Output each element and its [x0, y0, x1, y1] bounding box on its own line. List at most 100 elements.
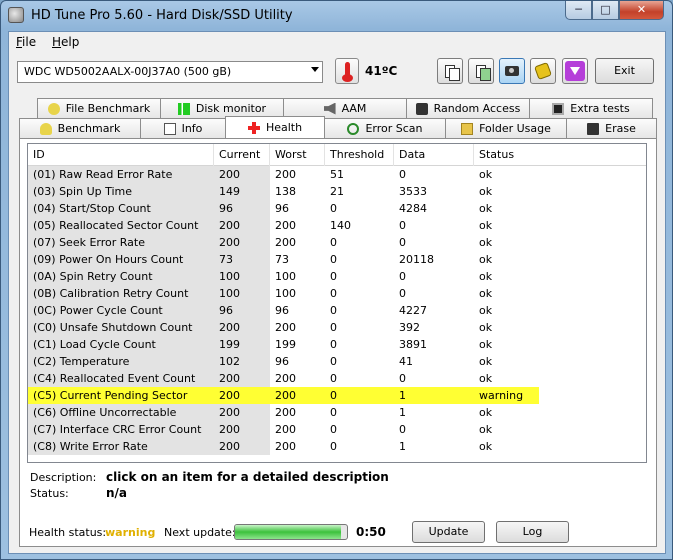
save-button[interactable] — [562, 58, 588, 84]
cell-current: 200 — [214, 404, 270, 421]
tab-benchmark[interactable]: Benchmark — [19, 118, 141, 138]
app-window: HD Tune Pro 5.60 - Hard Disk/SSD Utility… — [0, 0, 673, 560]
tab-file-benchmark[interactable]: File Benchmark — [37, 98, 161, 118]
table-row[interactable]: (01) Raw Read Error Rate 200 200 51 0 ok — [28, 166, 646, 183]
tab-health[interactable]: Health — [225, 116, 325, 138]
table-row[interactable]: (C2) Temperature 102 96 0 41 ok — [28, 353, 646, 370]
status-label: Status: — [30, 487, 69, 500]
table-row[interactable]: (C4) Reallocated Event Count 200 200 0 0 ok — [28, 370, 646, 387]
tab-label: Disk monitor — [195, 102, 267, 115]
cell-id: (09) Power On Hours Count — [28, 251, 218, 268]
chart-icon — [177, 102, 190, 115]
cell-id: (0B) Calibration Retry Count — [28, 285, 218, 302]
cell-current: 200 — [214, 370, 270, 387]
tab-disk-monitor[interactable]: Disk monitor — [160, 98, 284, 118]
caption-buttons: ─ □ ✕ — [565, 1, 664, 20]
close-button[interactable]: ✕ — [619, 1, 664, 20]
table-row[interactable]: (C6) Offline Uncorrectable 200 200 0 1 ok — [28, 404, 646, 421]
table-row[interactable]: (07) Seek Error Rate 200 200 0 0 ok — [28, 234, 646, 251]
copy-options-button[interactable] — [468, 58, 494, 84]
tab-folder-usage[interactable]: Folder Usage — [445, 118, 567, 138]
cell-threshold: 140 — [330, 219, 351, 232]
cell-current: 200 — [214, 217, 270, 234]
cell-threshold: 0 — [325, 387, 394, 404]
table-row[interactable]: (04) Start/Stop Count 96 96 0 4284 ok — [28, 200, 646, 217]
cell-id: (C0) Unsafe Shutdown Count — [28, 319, 218, 336]
options-button[interactable] — [530, 58, 556, 84]
column-current[interactable]: Current — [214, 144, 270, 166]
folder-icon — [461, 122, 474, 135]
temperature-value: 41ºC — [365, 64, 398, 78]
cell-data: 1 — [394, 387, 474, 404]
column-status[interactable]: Status — [474, 144, 574, 166]
app-icon[interactable] — [8, 7, 24, 23]
cell-id: (04) Start/Stop Count — [28, 200, 218, 217]
cell-status: ok — [479, 202, 493, 215]
tab-label: Error Scan — [365, 122, 423, 135]
cell-data: 0 — [399, 287, 406, 300]
exit-button[interactable]: Exit — [595, 58, 654, 84]
cell-id: (C6) Offline Uncorrectable — [28, 404, 218, 421]
table-row[interactable]: (C1) Load Cycle Count 199 199 0 3891 ok — [28, 336, 646, 353]
tab-info[interactable]: Info — [140, 118, 226, 138]
table-row[interactable]: (C0) Unsafe Shutdown Count 200 200 0 392 ok — [28, 319, 646, 336]
table-row[interactable]: (0C) Power Cycle Count 96 96 0 4227 ok — [28, 302, 646, 319]
menu-help[interactable]: Help — [52, 35, 79, 49]
description-label: Description: — [30, 471, 97, 484]
copy-text-button[interactable] — [437, 58, 463, 84]
table-row[interactable]: (C7) Interface CRC Error Count 200 200 0 0 ok — [28, 421, 646, 438]
cell-current: 96 — [214, 302, 270, 319]
cell-current: 73 — [214, 251, 270, 268]
cell-id: (03) Spin Up Time — [28, 183, 218, 200]
column-id[interactable]: ID — [28, 144, 214, 166]
cell-data: 4284 — [399, 202, 427, 215]
cell-worst: 200 — [275, 236, 296, 249]
tab-aam[interactable]: AAM — [283, 98, 407, 118]
tab-erase[interactable]: Erase — [566, 118, 657, 138]
cell-data: 0 — [399, 270, 406, 283]
menu-help-accel: H — [52, 35, 62, 49]
cell-status: ok — [479, 440, 493, 453]
drive-select[interactable]: WDC WD5002AALX-00J37A0 (500 gB) — [17, 61, 323, 83]
table-row[interactable]: (C5) Current Pending Sector 200 200 0 1 warni… — [28, 387, 646, 404]
extra-tests-icon — [552, 102, 565, 115]
column-threshold[interactable]: Threshold — [325, 144, 394, 166]
update-button[interactable]: Update — [412, 521, 485, 543]
table-row[interactable]: (05) Reallocated Sector Count 200 200 140 0 o… — [28, 217, 646, 234]
menu-file-label: ile — [22, 35, 37, 49]
tab-random-access[interactable]: Random Access — [406, 98, 530, 118]
screenshot-button[interactable] — [499, 58, 525, 84]
table-row[interactable]: (0B) Calibration Retry Count 100 100 0 0 ok — [28, 285, 646, 302]
column-worst[interactable]: Worst — [270, 144, 325, 166]
speaker-icon — [323, 102, 336, 115]
cell-status: ok — [479, 253, 493, 266]
temperature-indicator — [335, 58, 359, 84]
title-bar[interactable]: HD Tune Pro 5.60 - Hard Disk/SSD Utility… — [1, 1, 672, 31]
tab-label: Folder Usage — [479, 122, 551, 135]
column-data[interactable]: Data — [394, 144, 474, 166]
cell-id: (C4) Reallocated Event Count — [28, 370, 218, 387]
cell-data: 0 — [399, 168, 406, 181]
maximize-button[interactable]: □ — [592, 1, 619, 20]
copy-icon — [445, 64, 460, 81]
cell-status: ok — [479, 287, 493, 300]
log-button[interactable]: Log — [496, 521, 569, 543]
table-row[interactable]: (C8) Write Error Rate 200 200 0 1 ok — [28, 438, 646, 455]
table-row[interactable]: (0A) Spin Retry Count 100 100 0 0 ok — [28, 268, 646, 285]
table-row[interactable]: (03) Spin Up Time 149 138 21 3533 ok — [28, 183, 646, 200]
menu-file[interactable]: File — [16, 35, 36, 49]
minimize-button[interactable]: ─ — [565, 1, 592, 20]
erase-icon — [587, 122, 600, 135]
drive-select-value: WDC WD5002AALX-00J37A0 (500 gB) — [24, 65, 232, 78]
cell-threshold: 21 — [330, 185, 344, 198]
window-title: HD Tune Pro 5.60 - Hard Disk/SSD Utility — [31, 8, 293, 23]
next-update-label: Next update: — [164, 526, 236, 539]
tab-extra-tests[interactable]: Extra tests — [529, 98, 653, 118]
tab-error-scan[interactable]: Error Scan — [324, 118, 446, 138]
smart-attribute-list[interactable]: ID Current Worst Threshold Data Status (… — [27, 143, 647, 463]
table-row[interactable]: (09) Power On Hours Count 73 73 0 20118 ok — [28, 251, 646, 268]
status-footer: Health status: warning Next update: 0:50… — [19, 512, 657, 547]
toolbar: WDC WD5002AALX-00J37A0 (500 gB) 41ºC Exi… — [9, 52, 665, 90]
cell-status: ok — [479, 372, 493, 385]
cell-threshold: 0 — [330, 338, 337, 351]
